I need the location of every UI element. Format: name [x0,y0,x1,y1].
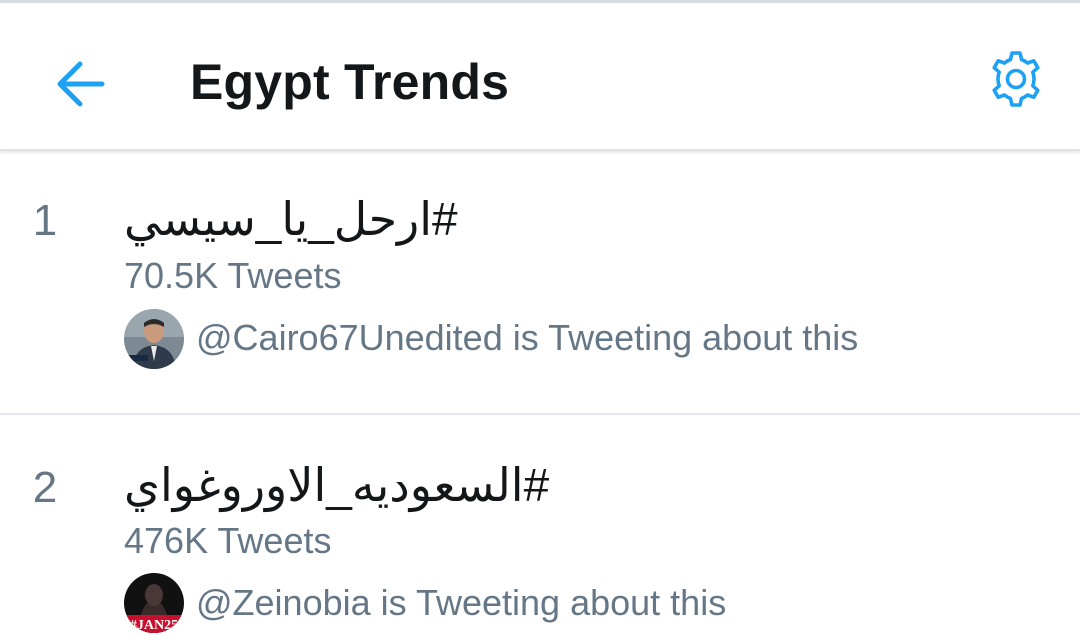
trend-item-2[interactable]: 2 #السعوديه_الاوروغواي 476K Tweets #JAN2… [0,415,1080,637]
trend-item-1[interactable]: 1 #ارحل_يا_سيسي 70.5K Tweets @Cairo67Une… [0,151,1080,415]
trend-rank: 2 [32,463,58,512]
settings-button[interactable] [978,41,1054,117]
avatar-image [124,309,184,369]
back-button[interactable] [40,48,120,118]
gear-icon [992,51,1040,107]
app-header: Egypt Trends [0,3,1080,151]
tweet-count: 70.5K Tweets [124,255,342,296]
trend-context: @Zeinobia is Tweeting about this [196,582,727,623]
avatar-overlay-text: #JAN25 [130,618,178,633]
avatar-image: #JAN25 [124,573,184,633]
avatar[interactable]: #JAN25 [124,573,184,633]
trend-name: #ارحل_يا_سيسي [124,193,458,245]
trend-rank: 1 [32,196,58,245]
avatar[interactable] [124,309,184,369]
trend-context: @Cairo67Unedited is Tweeting about this [196,317,859,358]
trend-name: #السعوديه_الاوروغواي [124,459,550,511]
page-title: Egypt Trends [190,54,510,110]
tweet-count: 476K Tweets [124,520,332,561]
arrow-left-icon [57,61,105,107]
